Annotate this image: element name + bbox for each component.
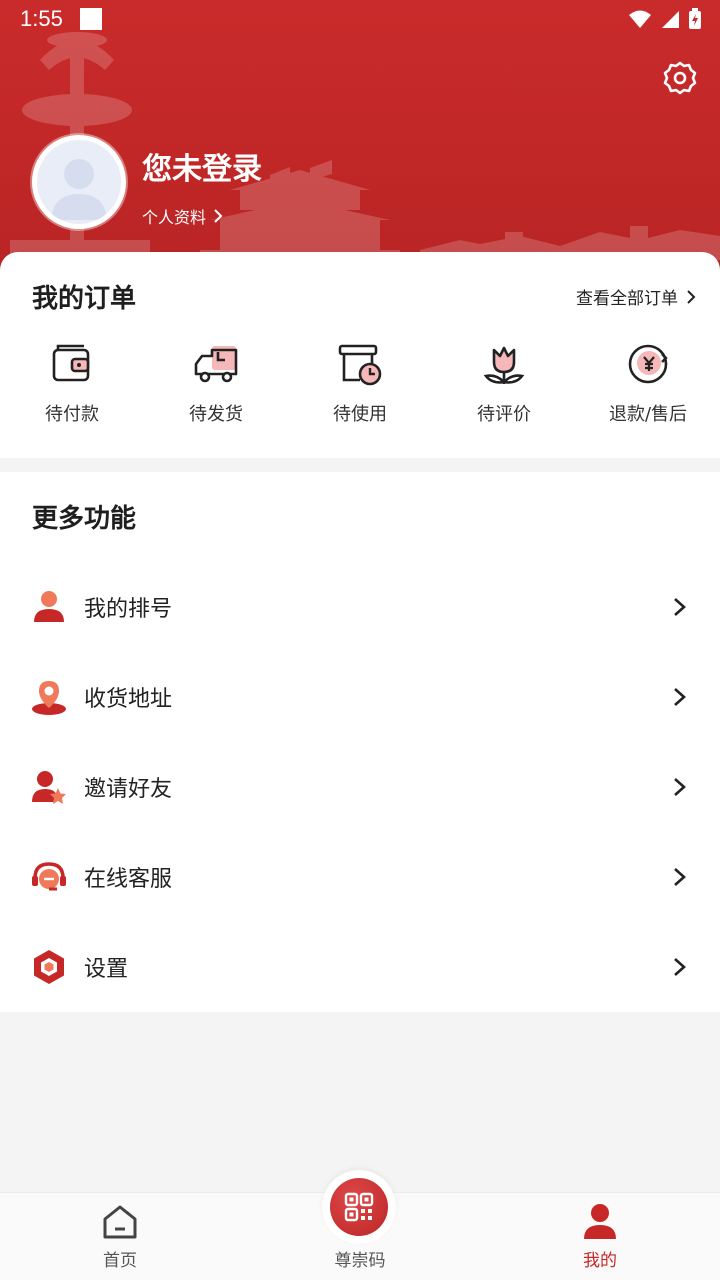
default-avatar-icon [37, 140, 121, 224]
order-item-label: 退款/售后 [608, 404, 688, 425]
orders-title: 我的订单 [32, 284, 137, 314]
battery-charging-icon [689, 8, 701, 29]
chevron-right-icon [674, 958, 686, 976]
nav-tab-mine[interactable]: 我的 [480, 1193, 720, 1280]
profile-link-label: 个人资料 [142, 208, 207, 227]
login-status-title[interactable]: 您未登录 [142, 144, 262, 188]
location-pin-icon [32, 681, 66, 715]
chevron-right-icon [674, 868, 686, 886]
menu-item-online-service[interactable]: 在线客服 [0, 832, 720, 922]
menu-item-label: 邀请好友 [84, 777, 173, 802]
menu-item-invite-friends[interactable]: 邀请好友 [0, 742, 720, 832]
cellular-signal-icon [662, 11, 679, 28]
home-icon [103, 1205, 137, 1239]
more-functions-card: 更多功能 我的排号 收货地址 邀请好友 在线客服 设置 [0, 472, 720, 1012]
order-refund-aftersale[interactable]: 退款/售后 [576, 340, 720, 426]
order-pending-use[interactable]: 待使用 [288, 340, 432, 426]
refund-icon [628, 344, 668, 384]
order-item-label: 待发货 [189, 404, 243, 425]
profile-link[interactable]: 个人资料 [142, 204, 224, 228]
order-pending-review[interactable]: 待评价 [432, 340, 576, 426]
box-clock-icon [338, 344, 382, 386]
settings-hexagon-icon [34, 950, 64, 984]
profile-header: 1:55 您未登录 个人资料 [0, 0, 720, 290]
menu-item-label: 在线客服 [84, 867, 173, 892]
order-item-label: 待评价 [477, 404, 531, 425]
chevron-right-icon [674, 688, 686, 706]
order-item-label: 待付款 [45, 404, 99, 425]
invite-friend-icon [32, 771, 66, 804]
status-time: 1:55 [20, 6, 63, 31]
nav-label: 我的 [583, 1251, 617, 1271]
nav-label: 首页 [103, 1251, 137, 1271]
status-icons [628, 8, 702, 30]
wallet-icon [52, 344, 90, 382]
menu-item-shipping-address[interactable]: 收货地址 [0, 652, 720, 742]
user-queue-icon [34, 591, 64, 622]
chevron-right-icon [214, 209, 223, 223]
order-status-row: 待付款 待发货 待使用 待评价 退款/售后 [0, 340, 720, 430]
menu-item-my-queue[interactable]: 我的排号 [0, 562, 720, 652]
my-orders-card: 我的订单 查看全部订单 待付款 待发货 待使用 待评价 退款/售后 [0, 252, 720, 458]
qr-code-button[interactable] [322, 1170, 396, 1244]
wifi-icon [629, 10, 651, 28]
delivery-truck-icon [194, 346, 238, 383]
customer-service-icon [32, 862, 66, 891]
chevron-right-icon [674, 778, 686, 796]
menu-item-settings[interactable]: 设置 [0, 922, 720, 1012]
order-pending-shipment[interactable]: 待发货 [144, 340, 288, 426]
view-all-label: 查看全部订单 [576, 289, 678, 309]
flower-icon [483, 346, 525, 384]
user-profile-icon [584, 1204, 616, 1239]
chevron-right-icon [674, 598, 686, 616]
nav-tab-home[interactable]: 首页 [0, 1193, 240, 1280]
notification-square-icon [80, 8, 102, 30]
nav-label: 尊崇码 [334, 1251, 386, 1271]
more-functions-title: 更多功能 [32, 504, 137, 534]
chevron-right-icon [687, 289, 696, 304]
qr-code-icon [330, 1178, 388, 1236]
order-item-label: 待使用 [333, 404, 387, 425]
menu-item-label: 收货地址 [84, 687, 173, 712]
view-all-orders-link[interactable]: 查看全部订单 [576, 284, 696, 309]
avatar[interactable] [32, 135, 126, 229]
menu-item-label: 我的排号 [84, 597, 173, 622]
order-pending-payment[interactable]: 待付款 [0, 340, 144, 426]
gear-icon[interactable] [662, 60, 698, 96]
status-bar: 1:55 [0, 0, 720, 36]
menu-item-label: 设置 [84, 957, 129, 982]
